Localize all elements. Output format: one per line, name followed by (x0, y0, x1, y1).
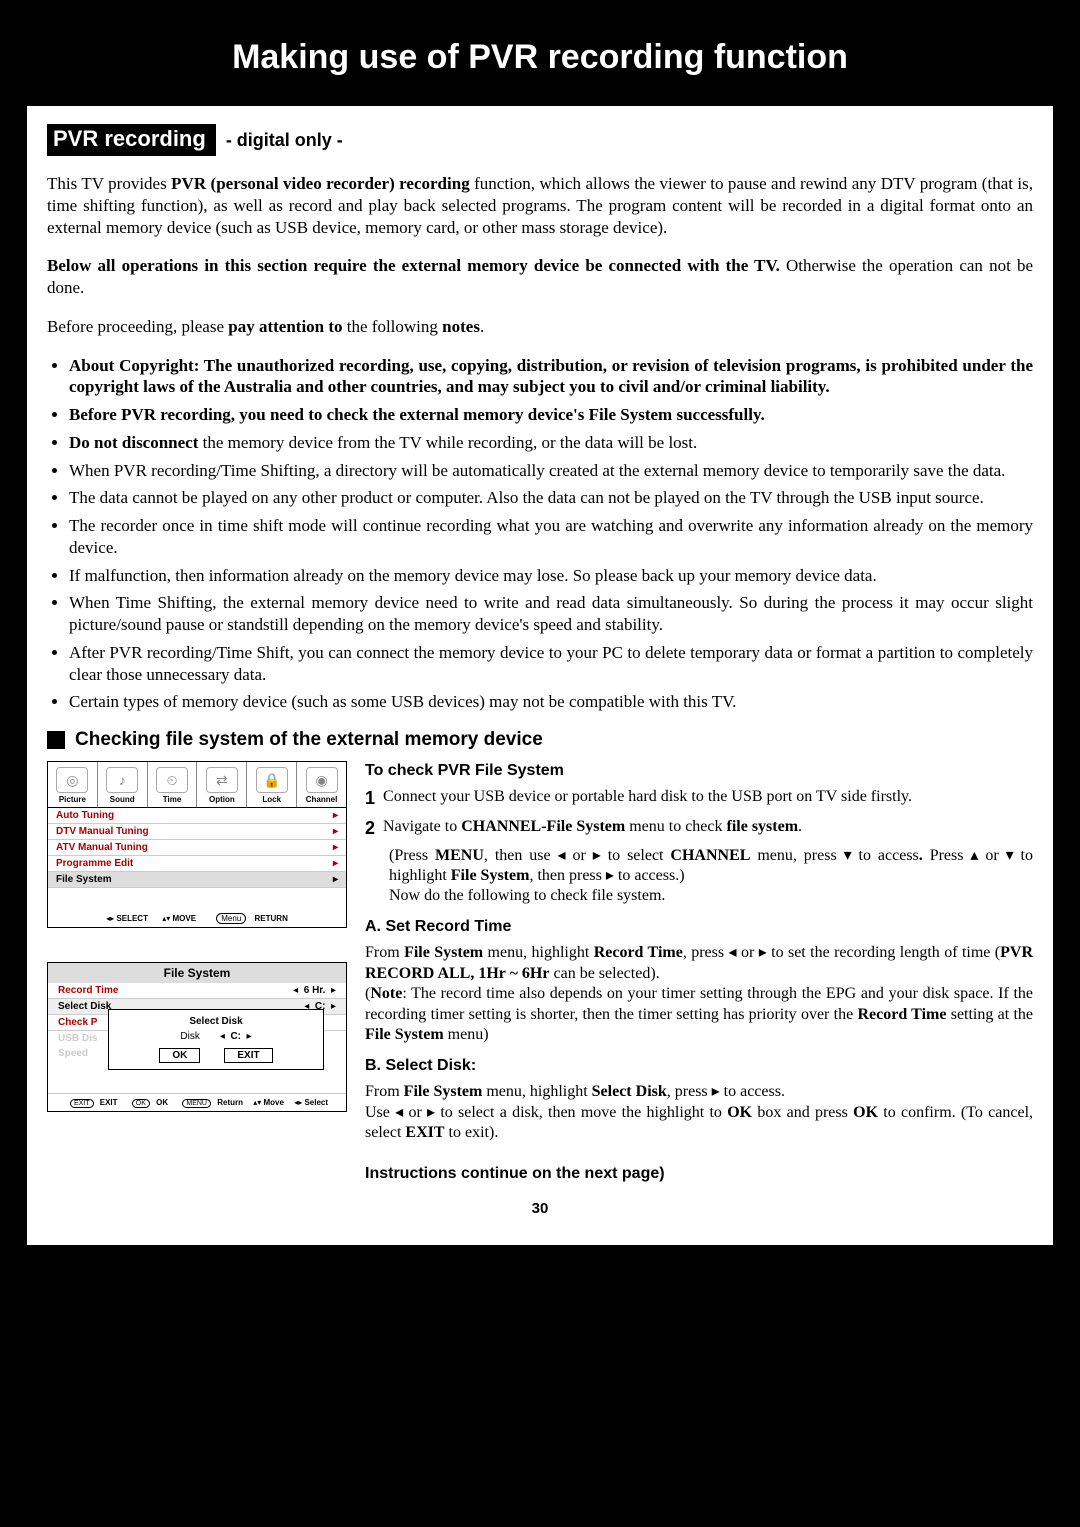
continue-note: Instructions continue on the next page) (365, 1164, 1033, 1184)
tab-channel: ◉Channel (297, 762, 346, 807)
step-2-detail: (Press MENU, then use ◂ or ▸ to select C… (389, 846, 1033, 907)
list-item: Do not disconnect the memory device from… (69, 432, 1033, 454)
tab-lock: 🔒Lock (247, 762, 297, 807)
content-box: PVR recording - digital only - This TV p… (26, 105, 1054, 1246)
tab-time: ⏲Time (148, 762, 198, 807)
menu-item-atv-tuning: ATV Manual Tuning▸ (48, 840, 346, 856)
list-item: If malfunction, then information already… (69, 565, 1033, 587)
page-number: 30 (47, 1200, 1033, 1217)
step-1: 1 Connect your USB device or portable ha… (365, 787, 1033, 810)
list-item: About Copyright: The unauthorized record… (69, 355, 1033, 399)
b-select-disk-body: From File System menu, highlight Select … (365, 1082, 1033, 1143)
heading-label-sub: - digital only - (226, 130, 343, 151)
bullet-block-icon (47, 731, 65, 749)
channel-menu-screenshot: ◎Picture ♪Sound ⏲Time ⇄Option 🔒Lock ◉Cha… (47, 761, 347, 928)
list-item: The data cannot be played on any other p… (69, 487, 1033, 509)
file-system-menu-screenshot: File System Record Time◂ 6 Hr. ▸ Select … (47, 962, 347, 1112)
fs-menu-footer: EXIT EXIT OK OK MENU Return ▴▾ Move ◂▸ S… (48, 1093, 346, 1111)
popup-exit-button: EXIT (224, 1048, 272, 1063)
list-item: When Time Shifting, the external memory … (69, 592, 1033, 636)
select-disk-popup: Select Disk Disk◂ C: ▸ OK EXIT (108, 1009, 324, 1070)
tab-sound: ♪Sound (98, 762, 148, 807)
intro-paragraph-2: Below all operations in this section req… (47, 255, 1033, 299)
list-item: After PVR recording/Time Shift, you can … (69, 642, 1033, 686)
tab-option: ⇄Option (197, 762, 247, 807)
notes-list: About Copyright: The unauthorized record… (47, 355, 1033, 714)
list-item: Certain types of memory device (such as … (69, 691, 1033, 713)
a-set-record-time-body: From File System menu, highlight Record … (365, 943, 1033, 1045)
menu-item-programme-edit: Programme Edit▸ (48, 856, 346, 872)
subsection-title: Checking file system of the external mem… (75, 729, 543, 751)
list-item: When PVR recording/Time Shifting, a dire… (69, 460, 1033, 482)
subsection-heading: Checking file system of the external mem… (47, 729, 1033, 751)
heading-label-black: PVR recording (47, 124, 216, 156)
section-heading: PVR recording - digital only - (47, 124, 1033, 156)
menu-footer: ◂▸ SELECT ▴▾ MOVE Menu RETURN (48, 910, 346, 927)
menu-item-file-system: File System▸ (48, 872, 346, 888)
fs-row-record-time: Record Time◂ 6 Hr. ▸ (48, 983, 346, 999)
fs-menu-title: File System (48, 963, 346, 983)
a-set-record-time-title: A. Set Record Time (365, 917, 1033, 937)
popup-ok-button: OK (159, 1048, 200, 1063)
list-item: Before PVR recording, you need to check … (69, 404, 1033, 426)
check-pvr-title: To check PVR File System (365, 761, 1033, 781)
menu-item-dtv-tuning: DTV Manual Tuning▸ (48, 824, 346, 840)
right-column-instructions: To check PVR File System 1 Connect your … (365, 761, 1033, 1184)
tab-picture: ◎Picture (48, 762, 98, 807)
list-item: The recorder once in time shift mode wil… (69, 515, 1033, 559)
left-column-menus: ◎Picture ♪Sound ⏲Time ⇄Option 🔒Lock ◉Cha… (47, 761, 347, 1184)
document-page: Making use of PVR recording function PVR… (0, 0, 1080, 1266)
page-title: Making use of PVR recording function (26, 38, 1054, 77)
b-select-disk-title: B. Select Disk: (365, 1056, 1033, 1076)
step-2: 2 Navigate to CHANNEL-File System menu t… (365, 817, 1033, 840)
intro-paragraph-3: Before proceeding, please pay attention … (47, 316, 1033, 338)
intro-paragraph-1: This TV provides PVR (personal video rec… (47, 173, 1033, 238)
menu-item-auto-tuning: Auto Tuning▸ (48, 808, 346, 824)
